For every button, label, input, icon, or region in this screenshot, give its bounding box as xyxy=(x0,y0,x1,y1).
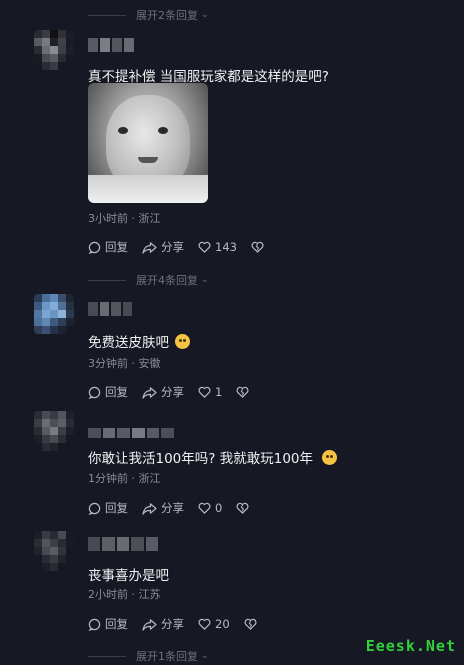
like-count: 0 xyxy=(215,501,223,515)
expand-replies-label: 展开4条回复 xyxy=(136,274,198,287)
avatar[interactable] xyxy=(34,531,74,571)
expand-replies-button[interactable]: 展开1条回复 ⌄ xyxy=(88,647,209,665)
share-button[interactable]: 分享 xyxy=(142,384,184,400)
chevron-down-icon: ⌄ xyxy=(201,275,209,285)
dislike-button[interactable] xyxy=(251,241,268,253)
username-blurred[interactable] xyxy=(88,302,132,316)
divider-line xyxy=(88,14,126,16)
comment-time-location: 3分钟前 · 安徽 xyxy=(88,357,161,370)
comment-text-content: 真不提补偿 当国服玩家都是这样的是吧? xyxy=(88,69,329,85)
like-button[interactable]: 1 xyxy=(198,385,222,399)
comment-text-content: 免费送皮肤吧 xyxy=(88,335,169,351)
like-button[interactable]: 0 xyxy=(198,501,222,515)
heart-icon xyxy=(198,386,211,398)
comment-time-location: 3小时前 · 浙江 xyxy=(88,212,161,225)
comment-time-location: 2小时前 · 江苏 xyxy=(88,588,161,601)
share-arrow-icon xyxy=(142,618,157,631)
username-blurred[interactable] xyxy=(88,38,134,52)
share-button[interactable]: 分享 xyxy=(142,500,184,516)
comment-time-location: 1分钟前 · 浙江 xyxy=(88,472,161,485)
thinking-emoji-icon xyxy=(175,333,190,349)
expand-replies-button[interactable]: 展开2条回复 ⌄ xyxy=(88,6,209,24)
broken-heart-icon xyxy=(244,618,257,630)
dislike-button[interactable] xyxy=(236,386,253,398)
expand-replies-button[interactable]: 展开4条回复 ⌄ xyxy=(88,271,209,289)
comment-bubble-icon xyxy=(88,386,101,399)
reply-button[interactable]: 回复 xyxy=(88,384,128,400)
share-arrow-icon xyxy=(142,386,157,399)
comment-bubble-icon xyxy=(88,618,101,631)
dislike-button[interactable] xyxy=(244,618,261,630)
username-blurred[interactable] xyxy=(88,428,175,438)
broken-heart-icon xyxy=(236,386,249,398)
heart-icon xyxy=(198,502,211,514)
heart-icon xyxy=(198,618,211,630)
like-button[interactable]: 20 xyxy=(198,617,230,631)
divider-line xyxy=(88,655,126,657)
comment-text: 真不提补偿 当国服玩家都是这样的是吧? xyxy=(88,65,329,85)
comment-bubble-icon xyxy=(88,241,101,254)
expand-replies-label: 展开2条回复 xyxy=(136,9,198,22)
like-count: 143 xyxy=(215,240,237,254)
avatar[interactable] xyxy=(34,30,74,70)
like-button[interactable]: 143 xyxy=(198,240,237,254)
dislike-button[interactable] xyxy=(236,502,253,514)
comment-text: 丧事喜办是吧 xyxy=(88,564,169,584)
avatar[interactable] xyxy=(34,294,74,334)
comment-actions: 回复 分享 0 xyxy=(88,500,267,516)
comment-bubble-icon xyxy=(88,502,101,515)
share-arrow-icon xyxy=(142,241,157,254)
username-blurred[interactable] xyxy=(88,537,159,551)
chevron-down-icon: ⌄ xyxy=(201,10,209,20)
comment-text: 免费送皮肤吧 xyxy=(88,331,190,351)
watermark: Eeesk.Net xyxy=(365,637,456,655)
like-count: 1 xyxy=(215,385,223,399)
comment-text: 你敢让我活100年吗? 我就敢玩100年 xyxy=(88,447,337,467)
share-button[interactable]: 分享 xyxy=(142,239,184,255)
like-count: 20 xyxy=(215,617,230,631)
comment-text-content: 丧事喜办是吧 xyxy=(88,568,169,584)
divider-line xyxy=(88,279,126,281)
broken-heart-icon xyxy=(251,241,264,253)
comment-image[interactable] xyxy=(88,83,208,203)
chevron-down-icon: ⌄ xyxy=(201,651,209,661)
grin-emoji-icon xyxy=(322,449,337,465)
comment-actions: 回复 分享 143 xyxy=(88,239,282,255)
broken-heart-icon xyxy=(236,502,249,514)
reply-button[interactable]: 回复 xyxy=(88,500,128,516)
share-arrow-icon xyxy=(142,502,157,515)
reply-button[interactable]: 回复 xyxy=(88,239,128,255)
heart-icon xyxy=(198,241,211,253)
comment-actions: 回复 分享 1 xyxy=(88,384,267,400)
reply-button[interactable]: 回复 xyxy=(88,616,128,632)
avatar[interactable] xyxy=(34,411,74,451)
comment-text-content: 你敢让我活100年吗? 我就敢玩100年 xyxy=(88,451,313,467)
comment-actions: 回复 分享 20 xyxy=(88,616,275,632)
expand-replies-label: 展开1条回复 xyxy=(136,650,198,663)
share-button[interactable]: 分享 xyxy=(142,616,184,632)
